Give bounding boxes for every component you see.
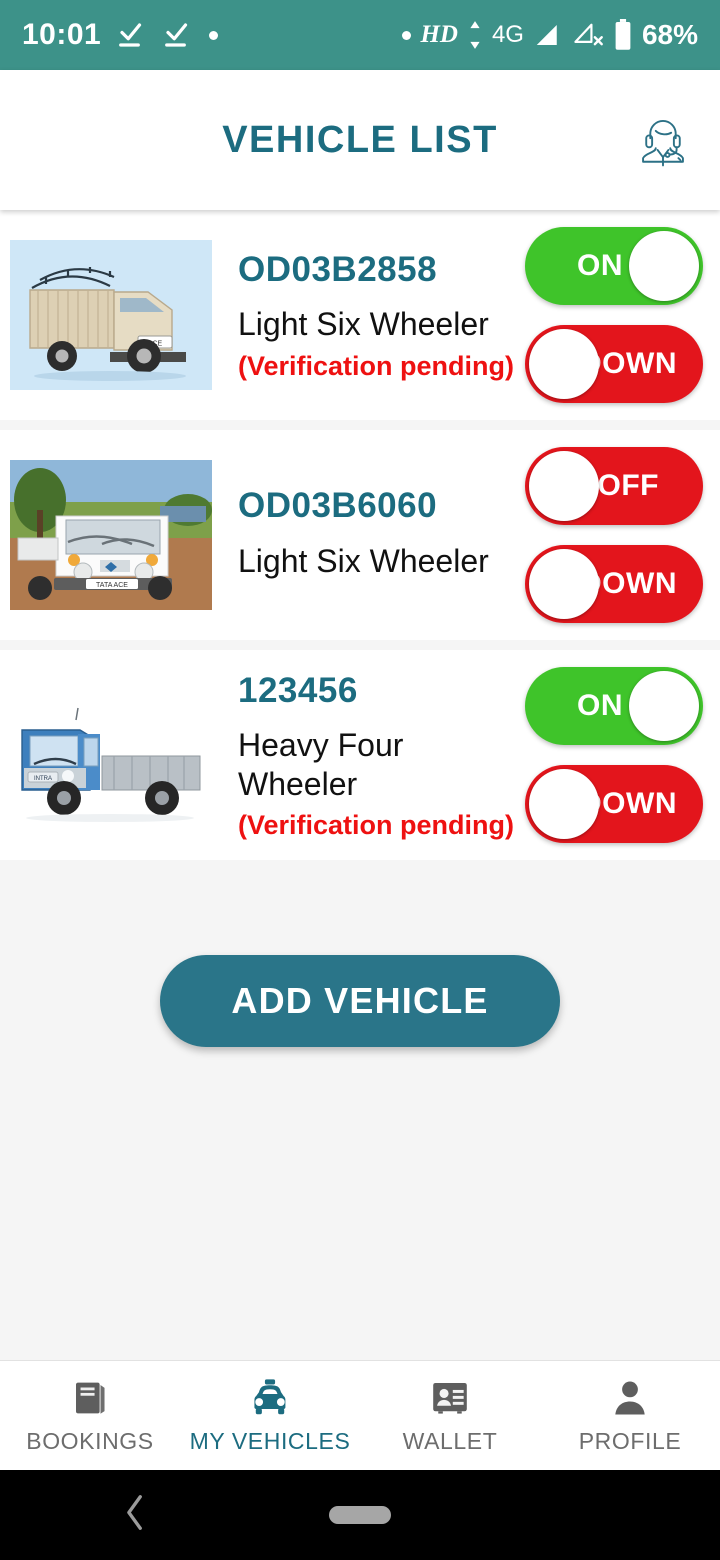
vehicle-card[interactable]: ACE OD03B2858 Light Six Wheeler (Verific… — [0, 210, 720, 420]
add-vehicle-area: ADD VEHICLE — [0, 860, 720, 1047]
nav-label-wallet: WALLET — [402, 1427, 498, 1454]
vehicle-toggle-group: OFF DOWN — [524, 447, 704, 623]
toggle-knob — [629, 671, 699, 741]
battery-icon — [613, 19, 633, 51]
network-type-label: 4G — [491, 21, 524, 48]
hd-icon: HD — [420, 21, 458, 48]
bottom-navigation: BOOKINGS MY VEHICLES WALLET PROFILE — [0, 1360, 720, 1470]
nav-item-bookings[interactable]: BOOKINGS — [0, 1361, 180, 1470]
nav-item-my-vehicles[interactable]: MY VEHICLES — [180, 1361, 360, 1470]
power-toggle-label: ON — [577, 249, 623, 282]
status-bar-left: 10:01 — [22, 18, 219, 52]
android-navigation-bar — [0, 1470, 720, 1560]
book-icon — [69, 1377, 111, 1419]
vehicle-image: TATA ACE — [10, 460, 212, 610]
toggle-knob — [529, 329, 599, 399]
vehicle-plate: OD03B6060 — [238, 485, 438, 525]
vehicle-toggle-group: ON DOWN — [524, 667, 704, 843]
nav-label-my-vehicles: MY VEHICLES — [189, 1427, 351, 1454]
svg-text:TATA ACE: TATA ACE — [96, 582, 128, 589]
vehicle-details: 123456 Heavy Four Wheeler (Verification … — [212, 669, 524, 842]
vehicle-type: Heavy Four Wheeler — [238, 727, 404, 802]
vehicle-card[interactable]: INTRA 123456 Heavy Four Wheeler (Verific… — [0, 650, 720, 860]
svg-text:INTRA: INTRA — [34, 776, 52, 782]
dot-icon — [402, 30, 412, 40]
vehicle-toggle-group: ON DOWN — [524, 227, 704, 403]
id-card-icon — [429, 1377, 471, 1419]
toggle-knob — [529, 549, 599, 619]
vehicle-list: ACE OD03B2858 Light Six Wheeler (Verific… — [0, 210, 720, 860]
verification-status: (Verification pending) — [238, 810, 515, 841]
toggle-knob — [529, 769, 599, 839]
down-toggle[interactable]: DOWN — [525, 765, 703, 843]
battery-percent-label: 68% — [641, 19, 698, 50]
app-header: VEHICLE LIST — [0, 70, 720, 210]
vehicle-plate: 123456 — [238, 670, 358, 710]
nav-item-profile[interactable]: PROFILE — [540, 1361, 720, 1470]
toggle-knob — [529, 451, 599, 521]
down-toggle[interactable]: DOWN — [525, 545, 703, 623]
nav-item-wallet[interactable]: WALLET — [360, 1361, 540, 1470]
vehicle-type: Light Six Wheeler — [238, 306, 489, 343]
phone-screen: 10:01 HD 4G 68% VEHICLE LIST OD03B2858 L… — [0, 0, 720, 1560]
vehicle-image: INTRA — [10, 680, 212, 830]
back-chevron-icon[interactable] — [122, 1492, 148, 1539]
status-bar-clock: 10:01 — [22, 18, 102, 51]
add-vehicle-button[interactable]: ADD VEHICLE — [160, 955, 560, 1047]
vehicle-card[interactable]: TATA ACE OD03B6060 Light Six Wheeler OFF… — [0, 430, 720, 640]
signal-bars-icon — [533, 20, 563, 50]
vehicle-image: ACE — [10, 240, 212, 390]
page-title: VEHICLE LIST — [222, 118, 498, 161]
power-toggle-label: OFF — [597, 469, 659, 502]
power-toggle[interactable]: ON — [525, 667, 703, 745]
down-toggle[interactable]: DOWN — [525, 325, 703, 403]
taxi-car-icon — [248, 1377, 292, 1419]
nav-label-bookings: BOOKINGS — [26, 1427, 154, 1454]
check-download-icon — [117, 20, 147, 50]
support-agent-icon[interactable] — [632, 109, 694, 171]
signal-off-icon — [572, 20, 604, 50]
vehicle-plate: OD03B2858 — [238, 249, 438, 289]
power-toggle[interactable]: OFF — [525, 447, 703, 525]
person-icon — [609, 1377, 651, 1419]
status-bar: 10:01 HD 4G 68% — [0, 0, 720, 70]
vehicle-type: Light Six Wheeler — [238, 542, 489, 579]
home-pill-icon[interactable] — [329, 1506, 391, 1524]
status-bar-right: HD 4G 68% — [402, 19, 698, 51]
check-download-icon — [163, 20, 193, 50]
vehicle-details: OD03B2858 Light Six Wheeler (Verificatio… — [212, 248, 524, 383]
dot-icon — [209, 30, 219, 40]
vehicle-details: OD03B6060 Light Six Wheeler — [212, 484, 524, 586]
power-toggle-label: ON — [577, 689, 623, 722]
updown-arrow-icon — [467, 20, 483, 50]
verification-status: (Verification pending) — [238, 350, 515, 381]
power-toggle[interactable]: ON — [525, 227, 703, 305]
toggle-knob — [629, 231, 699, 301]
nav-label-profile: PROFILE — [578, 1427, 682, 1454]
